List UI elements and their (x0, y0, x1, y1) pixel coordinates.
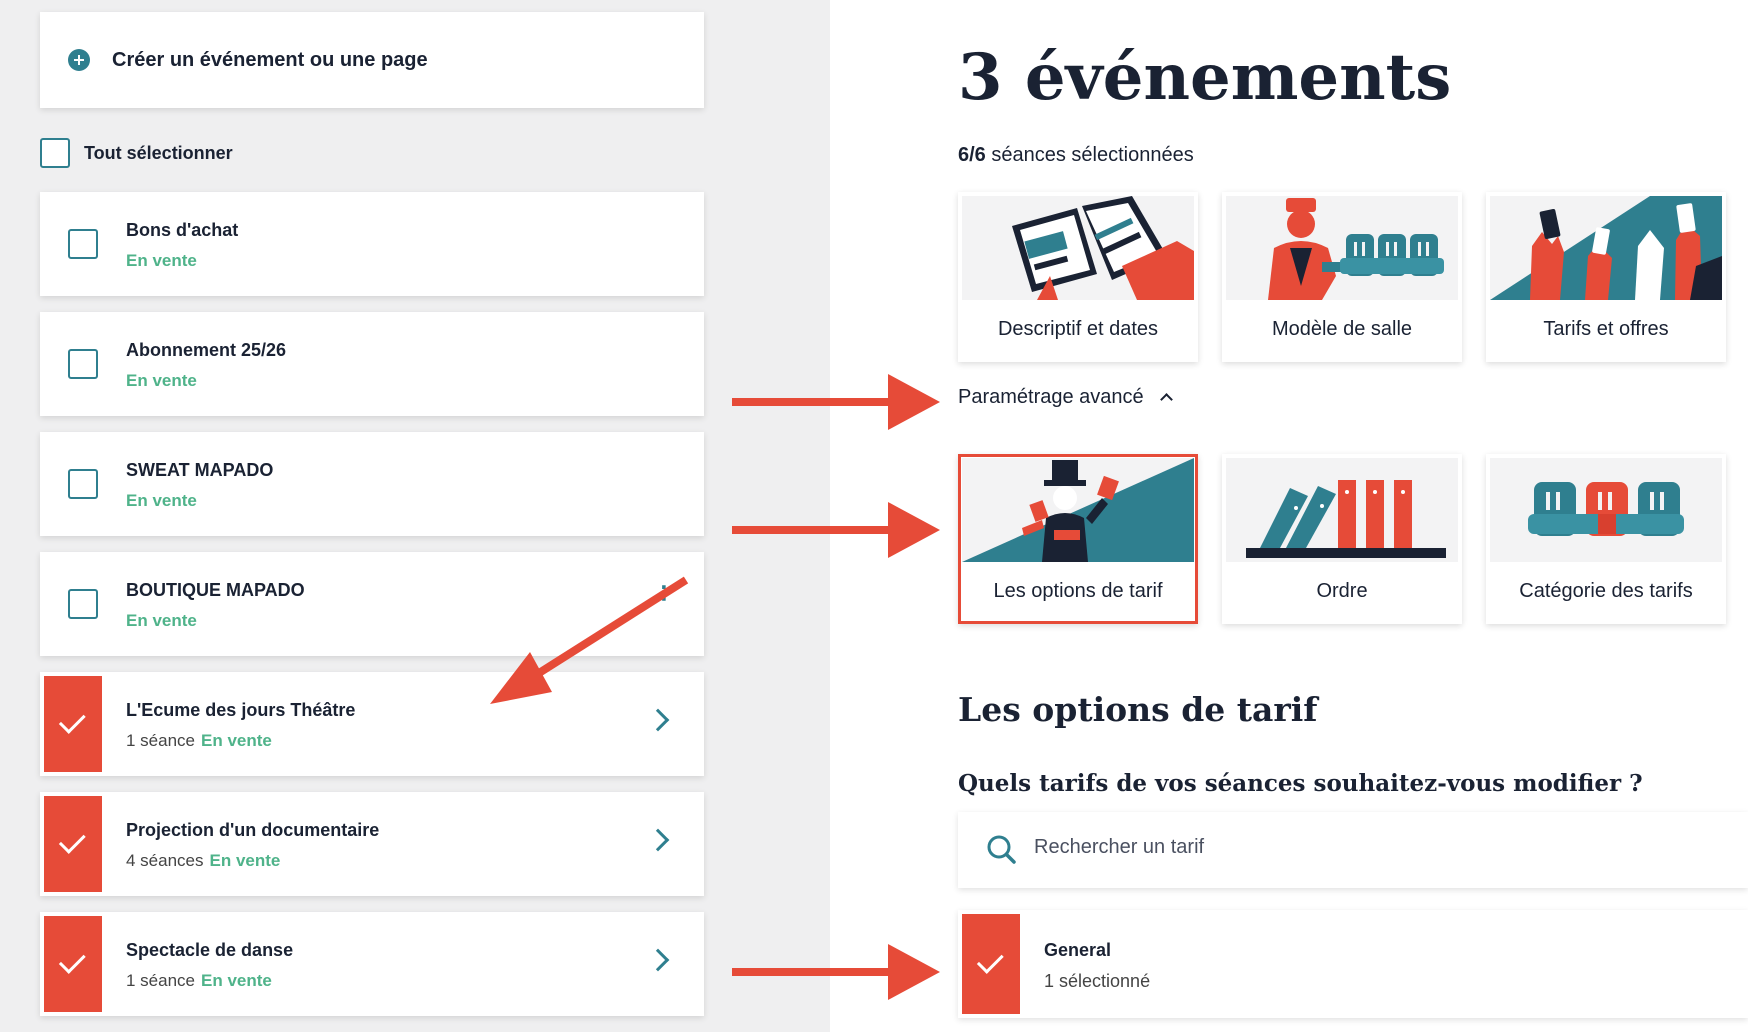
check-icon (976, 947, 1004, 974)
status-badge: En vente (201, 731, 272, 750)
event-text: Abonnement 25/26 En vente (126, 340, 286, 391)
magician-illustration-icon (962, 458, 1194, 562)
select-all-checkbox[interactable] (40, 138, 70, 168)
tarif-search-box (958, 812, 1748, 888)
tile-label: Les options de tarif (993, 580, 1163, 602)
seance-count: 1 séance (126, 971, 195, 990)
check-icon (58, 707, 86, 734)
event-settings-panel: 3 événements 6/6 séances sélectionnées D… (830, 0, 1748, 1032)
dominoes-illustration-icon (1226, 458, 1458, 562)
search-icon (987, 835, 1016, 864)
event-list-panel: Créer un événement ou une page Tout séle… (0, 0, 830, 1032)
event-card-abonnement[interactable]: Abonnement 25/26 En vente (40, 312, 704, 416)
event-text: L'Ecume des jours Théâtre 1 séance En ven… (126, 700, 355, 751)
chevron-up-icon (1159, 393, 1173, 406)
event-text: BOUTIQUE MAPADO En vente (126, 580, 305, 631)
selected-checkbox[interactable] (44, 676, 102, 772)
selected-checkbox[interactable] (44, 796, 102, 892)
check-icon (58, 827, 86, 854)
tarif-title: General (1044, 940, 1112, 960)
tile-tarifs-offres[interactable]: Tarifs et offres (1486, 192, 1726, 362)
usher-seats-illustration-icon (1226, 196, 1458, 300)
page-title: 3 événements (958, 40, 1452, 115)
more-options-icon[interactable]: ⋮ (654, 584, 674, 604)
tarif-search-input[interactable] (1034, 836, 1634, 859)
seances-count: 6/6 (958, 144, 986, 166)
status-badge: En vente (126, 371, 197, 390)
event-title: SWEAT MAPADO (126, 460, 274, 480)
event-card-projection[interactable]: Projection d'un documentaire 4 séances En… (40, 792, 704, 896)
event-title: Projection d'un documentaire (126, 820, 380, 840)
tarif-text: General 1 sélectionné (1044, 940, 1150, 992)
event-checkbox[interactable] (68, 349, 98, 379)
create-event-label: Créer un événement ou une page (112, 48, 428, 71)
tile-label: Catégorie des tarifs (1519, 580, 1693, 602)
status-badge: En vente (126, 611, 197, 630)
tile-label: Descriptif et dates (997, 318, 1159, 340)
event-card-sweat[interactable]: SWEAT MAPADO En vente (40, 432, 704, 536)
tile-label: Tarifs et offres (1543, 318, 1669, 340)
seats-illustration-icon (1490, 458, 1722, 562)
event-subtitle: 1 séance En vente (126, 971, 293, 991)
event-text: SWEAT MAPADO En vente (126, 460, 273, 511)
section-title: Les options de tarif (958, 690, 1318, 729)
event-subtitle: En vente (126, 491, 273, 511)
seances-label: séances sélectionnées (991, 144, 1194, 166)
status-badge: En vente (126, 251, 197, 270)
event-title: L'Ecume des jours Théâtre (126, 700, 356, 720)
chevron-right-icon[interactable] (646, 708, 670, 732)
seance-count: 4 séances (126, 851, 204, 870)
event-card-bons-achat[interactable]: Bons d'achat En vente (40, 192, 704, 296)
seance-count: 1 séance (126, 731, 195, 750)
tile-descriptif[interactable]: Descriptif et dates (958, 192, 1198, 362)
seances-summary: 6/6 séances sélectionnées (958, 144, 1194, 167)
event-checkbox[interactable] (68, 229, 98, 259)
tile-label: Modèle de salle (1271, 318, 1413, 340)
chevron-right-icon[interactable] (646, 828, 670, 852)
status-badge: En vente (126, 491, 197, 510)
event-checkbox[interactable] (68, 469, 98, 499)
event-title: Abonnement 25/26 (126, 340, 287, 360)
status-badge: En vente (201, 971, 272, 990)
tile-options-tarif[interactable]: Les options de tarif (958, 454, 1198, 624)
hands-tickets-illustration-icon (1490, 196, 1722, 300)
check-icon (58, 947, 86, 974)
status-badge: En vente (209, 851, 281, 870)
event-title: Spectacle de danse (126, 940, 294, 960)
tarif-question: Quels tarifs de vos séances souhaitez-vo… (958, 770, 1643, 797)
chevron-right-icon[interactable] (646, 948, 670, 972)
selected-checkbox[interactable] (44, 916, 102, 1012)
tile-label: Ordre (1316, 580, 1368, 602)
tile-categorie-tarifs[interactable]: Catégorie des tarifs (1486, 454, 1726, 624)
event-checkbox[interactable] (68, 589, 98, 619)
tile-ordre[interactable]: Ordre (1222, 454, 1462, 624)
book-illustration-icon (962, 196, 1194, 300)
event-card-ecume[interactable]: L'Ecume des jours Théâtre 1 séance En ven… (40, 672, 704, 776)
advanced-settings-label: Paramétrage avancé (958, 386, 1144, 408)
event-subtitle: En vente (126, 371, 286, 391)
event-card-boutique[interactable]: BOUTIQUE MAPADO En vente ⋮ (40, 552, 704, 656)
create-event-button[interactable]: Créer un événement ou une page (40, 12, 704, 108)
event-text: Bons d'achat En vente (126, 220, 238, 271)
event-subtitle: En vente (126, 251, 238, 271)
event-text: Projection d'un documentaire 4 séances En… (126, 820, 379, 871)
selected-checkbox[interactable] (962, 914, 1020, 1014)
select-all-label: Tout sélectionner (84, 142, 233, 163)
select-all-row[interactable]: Tout sélectionner (40, 138, 233, 168)
event-title: BOUTIQUE MAPADO (126, 580, 305, 600)
event-subtitle: En vente (126, 611, 305, 631)
event-title: Bons d'achat (126, 220, 239, 240)
advanced-settings-toggle[interactable]: Paramétrage avancé (958, 386, 1173, 409)
tarif-card-general[interactable]: General 1 sélectionné (958, 910, 1748, 1018)
event-card-danse[interactable]: Spectacle de danse 1 séance En vente (40, 912, 704, 1016)
tarif-subtitle: 1 sélectionné (1044, 971, 1151, 991)
tile-modele-salle[interactable]: Modèle de salle (1222, 192, 1462, 362)
plus-circle-icon (68, 49, 90, 71)
event-subtitle: 4 séances En vente (126, 851, 379, 871)
event-subtitle: 1 séance En vente (126, 731, 355, 751)
event-text: Spectacle de danse 1 séance En vente (126, 940, 293, 991)
